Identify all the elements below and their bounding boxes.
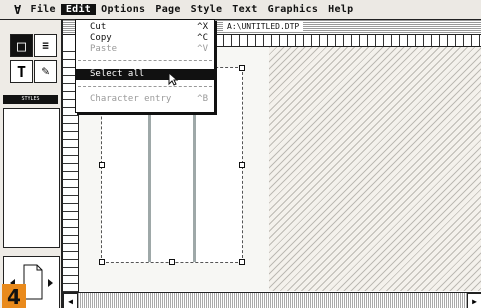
- scroll-right-icon[interactable]: ▶: [467, 293, 481, 308]
- pencil-tool-icon[interactable]: ✎: [34, 60, 57, 83]
- menu-item-label: Copy: [90, 33, 112, 43]
- style-list[interactable]: [3, 108, 60, 248]
- selection-handle[interactable]: [99, 162, 105, 168]
- text-block-tool-icon[interactable]: ≡: [34, 34, 57, 57]
- menu-style[interactable]: Style: [186, 4, 228, 15]
- mouse-pointer-icon: [168, 72, 178, 86]
- edit-menu-dropdown: Cut ^X Copy ^C Paste ^V Select all Chara…: [75, 19, 215, 113]
- selection-handle[interactable]: [239, 259, 245, 265]
- selection-handle[interactable]: [169, 259, 175, 265]
- menu-graphics[interactable]: Graphics: [263, 4, 324, 15]
- selection-handle[interactable]: [239, 65, 245, 71]
- menu-item-shortcut: ^V: [197, 44, 208, 54]
- menu-item-cut[interactable]: Cut ^X: [76, 22, 214, 33]
- gem-desktop: Ɐ File Edit Options Page Style Text Grap…: [0, 0, 481, 308]
- atari-logo-icon[interactable]: Ɐ: [0, 3, 26, 17]
- menu-item-character-entry[interactable]: Character entry ^B: [76, 94, 214, 105]
- menu-help[interactable]: Help: [323, 4, 358, 15]
- menu-item-copy[interactable]: Copy ^C: [76, 33, 214, 44]
- menu-separator: [78, 86, 212, 87]
- menu-item-label: Cut: [90, 22, 107, 32]
- selection-handle[interactable]: [239, 162, 245, 168]
- selection-handle[interactable]: [99, 259, 105, 265]
- menu-item-paste[interactable]: Paste ^V: [76, 44, 214, 55]
- menu-item-shortcut: ^X: [197, 22, 208, 32]
- scroll-left-icon[interactable]: ◀: [63, 293, 78, 308]
- menu-bar: Ɐ File Edit Options Page Style Text Grap…: [0, 0, 481, 20]
- menu-page[interactable]: Page: [150, 4, 185, 15]
- step-number-badge: 4: [2, 284, 26, 308]
- menu-item-label: Paste: [90, 44, 118, 54]
- style-list-header: STYLES: [3, 95, 58, 104]
- menu-item-label: Select all: [90, 69, 145, 79]
- text-tool-icon[interactable]: T: [10, 60, 33, 83]
- pointer-tool-icon[interactable]: □: [10, 34, 33, 57]
- horizontal-scrollbar[interactable]: ◀ ▶: [63, 292, 481, 308]
- window-title: A:\UNTITLED.DTP: [223, 22, 304, 32]
- menu-item-shortcut: ^B: [197, 94, 208, 104]
- menu-separator: [78, 60, 212, 61]
- pasteboard-area: [269, 47, 481, 291]
- menu-item-select-all[interactable]: Select all: [76, 69, 214, 80]
- menu-item-shortcut: ^C: [197, 33, 208, 43]
- toolbox-panel: □ ≡ T ✎ STYLES: [0, 20, 62, 308]
- menu-file[interactable]: File: [26, 4, 61, 15]
- menu-edit[interactable]: Edit: [60, 4, 97, 15]
- menu-item-label: Character entry: [90, 94, 172, 104]
- menu-text[interactable]: Text: [227, 4, 262, 15]
- menu-options[interactable]: Options: [96, 4, 150, 15]
